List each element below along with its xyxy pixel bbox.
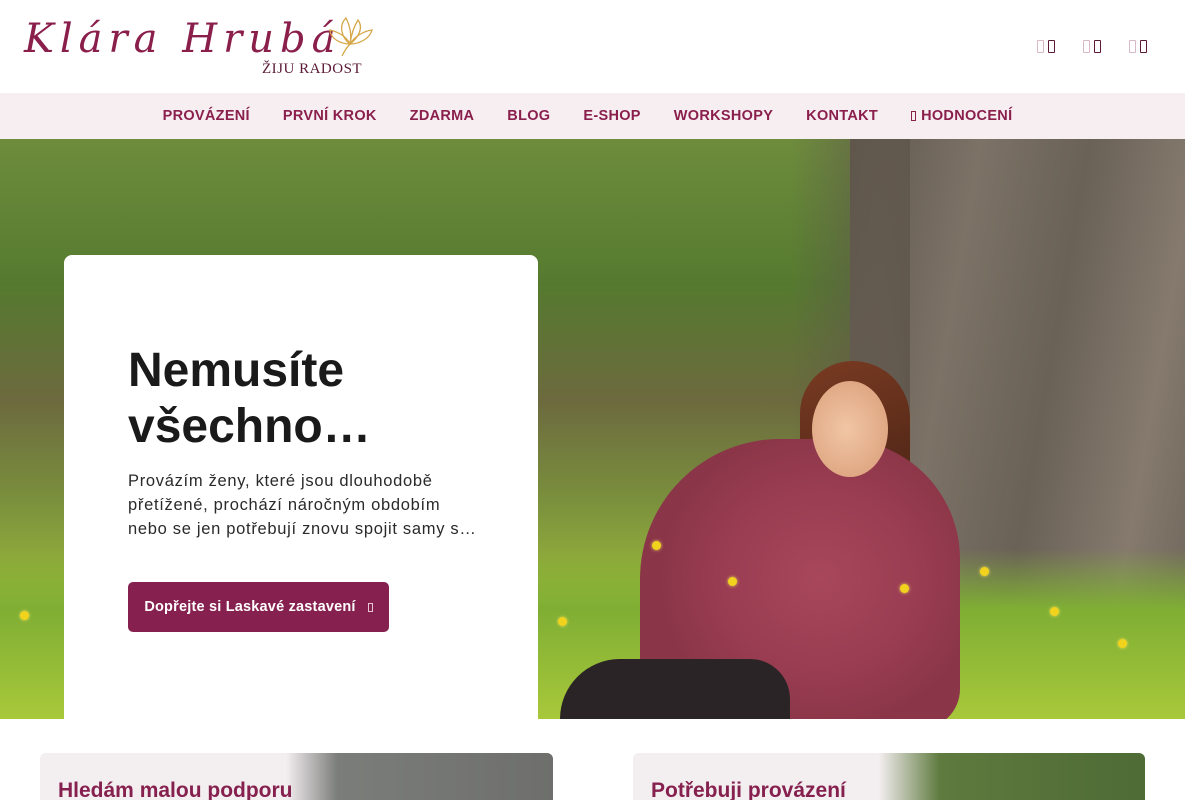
nav-item-label: KONTAKT — [806, 108, 879, 124]
nav-item-label: E-SHOP — [583, 108, 641, 124]
arrow-right-icon — [367, 602, 373, 612]
nav-item-zdarma[interactable]: ZDARMA — [393, 108, 491, 124]
star-icon — [911, 111, 917, 121]
email-icon[interactable] — [1129, 36, 1147, 56]
nav-item-kontakt[interactable]: KONTAKT — [790, 108, 895, 124]
card-provazeni[interactable]: Potřebuji provázení — [633, 753, 1145, 800]
nav-item-label: PRVNÍ KROK — [282, 108, 377, 124]
nav-item-label: PROVÁZENÍ — [162, 108, 250, 124]
nav-item-blog[interactable]: BLOG — [491, 108, 567, 124]
dandelion — [1118, 639, 1127, 648]
instagram-icon[interactable] — [1083, 36, 1101, 56]
nav-item-label: HODNOCENÍ — [921, 108, 1013, 124]
nav-item-label: ZDARMA — [409, 108, 475, 124]
logo-name: Klára Hrubá — [24, 16, 342, 62]
social-icons — [1037, 36, 1147, 56]
woman-legs — [560, 659, 790, 719]
main-navigation: PROVÁZENÍ PRVNÍ KROK ZDARMA BLOG E-SHOP … — [0, 93, 1185, 139]
woman-face — [812, 381, 888, 477]
nav-item-prvni-krok[interactable]: PRVNÍ KROK — [266, 108, 393, 124]
nav-item-label: BLOG — [507, 108, 551, 124]
card-title: Potřebuji provázení — [651, 779, 846, 800]
dandelion — [728, 577, 737, 586]
dandelion — [980, 567, 989, 576]
dandelion — [20, 611, 29, 620]
nav-item-workshopy[interactable]: WORKSHOPY — [657, 108, 789, 124]
dandelion — [900, 584, 909, 593]
magnolia-flower-icon — [329, 16, 373, 57]
button-label: Dopřejte si Laskavé zastavení — [144, 599, 356, 615]
dandelion — [558, 617, 567, 626]
hero-title: Nemusíte všechno… — [128, 344, 371, 453]
site-header: Klára Hrubá ŽIJU RADOST — [0, 0, 1185, 93]
nav-item-label: WORKSHOPY — [673, 108, 774, 124]
card-title: Hledám malou podporu — [58, 779, 293, 800]
nav-item-provazeni[interactable]: PROVÁZENÍ — [146, 108, 266, 124]
nav-item-hodnoceni[interactable]: HODNOCENÍ — [895, 108, 1029, 124]
facebook-icon[interactable] — [1037, 36, 1055, 56]
laskave-zastaveni-button[interactable]: Dopřejte si Laskavé zastavení — [128, 582, 389, 632]
card-mala-podpora[interactable]: Hledám malou podporu — [40, 753, 553, 800]
nav-item-e-shop[interactable]: E-SHOP — [567, 108, 657, 124]
site-logo[interactable]: Klára Hrubá ŽIJU RADOST — [24, 14, 376, 80]
dandelion — [1050, 607, 1059, 616]
logo-tagline: ŽIJU RADOST — [262, 61, 363, 77]
dandelion — [652, 541, 661, 550]
hero-description: Provázím ženy, které jsou dlouhodobě pře… — [128, 472, 477, 538]
